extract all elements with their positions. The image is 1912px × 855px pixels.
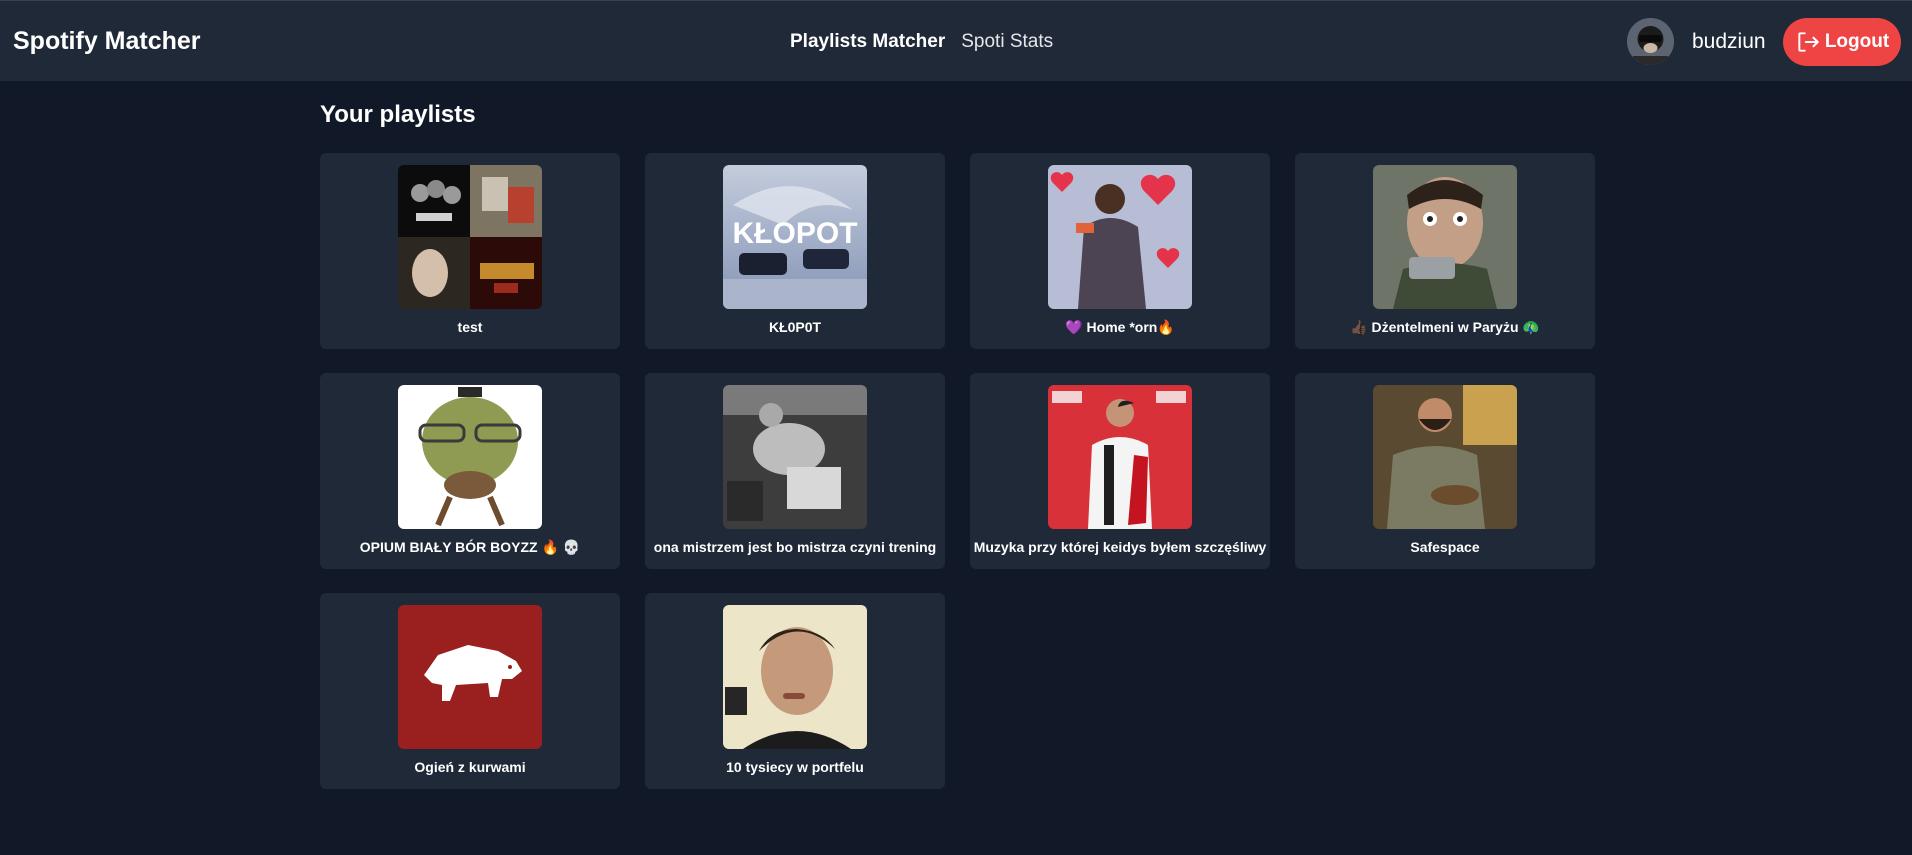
playlist-card[interactable]: ona mistrzem jest bo mistrza czyni treni… xyxy=(645,373,945,569)
playlist-title: test xyxy=(457,319,483,335)
playlist-cover-image xyxy=(723,385,867,529)
playlist-cover-image xyxy=(398,385,542,529)
nav-spoti-stats[interactable]: Spoti Stats xyxy=(961,31,1053,53)
playlist-cover-image xyxy=(1048,385,1192,529)
playlist-title: Muzyka przy której keidys byłem szczęśli… xyxy=(973,539,1267,555)
playlist-card[interactable]: Ogień z kurwami xyxy=(320,593,620,789)
playlist-title: OPIUM BIAŁY BÓR BOYZZ 🔥 💀 xyxy=(359,539,581,555)
logout-label: Logout xyxy=(1824,31,1890,52)
svg-text:KŁOPOT: KŁOPOT xyxy=(733,217,858,250)
playlist-cover-image xyxy=(398,605,542,749)
playlist-title: 👍🏿 Dżentelmeni w Paryżu 🦚 xyxy=(1350,319,1540,335)
playlist-title: ona mistrzem jest bo mistrza czyni treni… xyxy=(653,539,937,555)
playlist-card[interactable]: 💜 Home *orn🔥 xyxy=(970,153,1270,349)
playlist-title: Safespace xyxy=(1410,539,1480,555)
playlist-cover-image xyxy=(398,165,542,309)
app-title[interactable]: Spotify Matcher xyxy=(13,27,201,56)
playlist-title: 10 tysiecy w portfelu xyxy=(726,759,864,775)
logout-icon xyxy=(1798,32,1819,52)
playlist-card[interactable]: test xyxy=(320,153,620,349)
playlist-cover-image: KŁOPOT xyxy=(723,165,867,309)
user-avatar[interactable] xyxy=(1627,18,1674,65)
username[interactable]: budziun xyxy=(1692,30,1766,54)
nav-playlists-matcher[interactable]: Playlists Matcher xyxy=(790,31,945,53)
logout-button[interactable]: Logout xyxy=(1783,18,1901,66)
playlist-card[interactable]: 10 tysiecy w portfelu xyxy=(645,593,945,789)
playlist-title: Ogień z kurwami xyxy=(414,759,526,775)
playlist-card[interactable]: 👍🏿 Dżentelmeni w Paryżu 🦚 xyxy=(1295,153,1595,349)
playlist-cover-image xyxy=(1048,165,1192,309)
playlist-cover-image xyxy=(1373,165,1517,309)
playlist-card[interactable]: KŁOPOT KŁ0P0T xyxy=(645,153,945,349)
playlist-card[interactable]: Muzyka przy której keidys byłem szczęśli… xyxy=(970,373,1270,569)
playlist-title: 💜 Home *orn🔥 xyxy=(1065,319,1175,335)
playlist-card[interactable]: OPIUM BIAŁY BÓR BOYZZ 🔥 💀 xyxy=(320,373,620,569)
playlist-cover-image xyxy=(1373,385,1517,529)
playlist-card[interactable]: Safespace xyxy=(1295,373,1595,569)
main-nav: Playlists Matcher Spoti Stats xyxy=(790,31,1053,53)
playlist-title: KŁ0P0T xyxy=(768,319,822,335)
page-title: Your playlists xyxy=(320,101,476,128)
top-navbar: Spotify Matcher Playlists Matcher Spoti … xyxy=(0,0,1912,81)
playlist-cover-image xyxy=(723,605,867,749)
playlist-grid: test KŁOPOT KŁ0P0T 💜 Home *orn🔥 👍🏿 Dżent… xyxy=(320,153,1595,789)
